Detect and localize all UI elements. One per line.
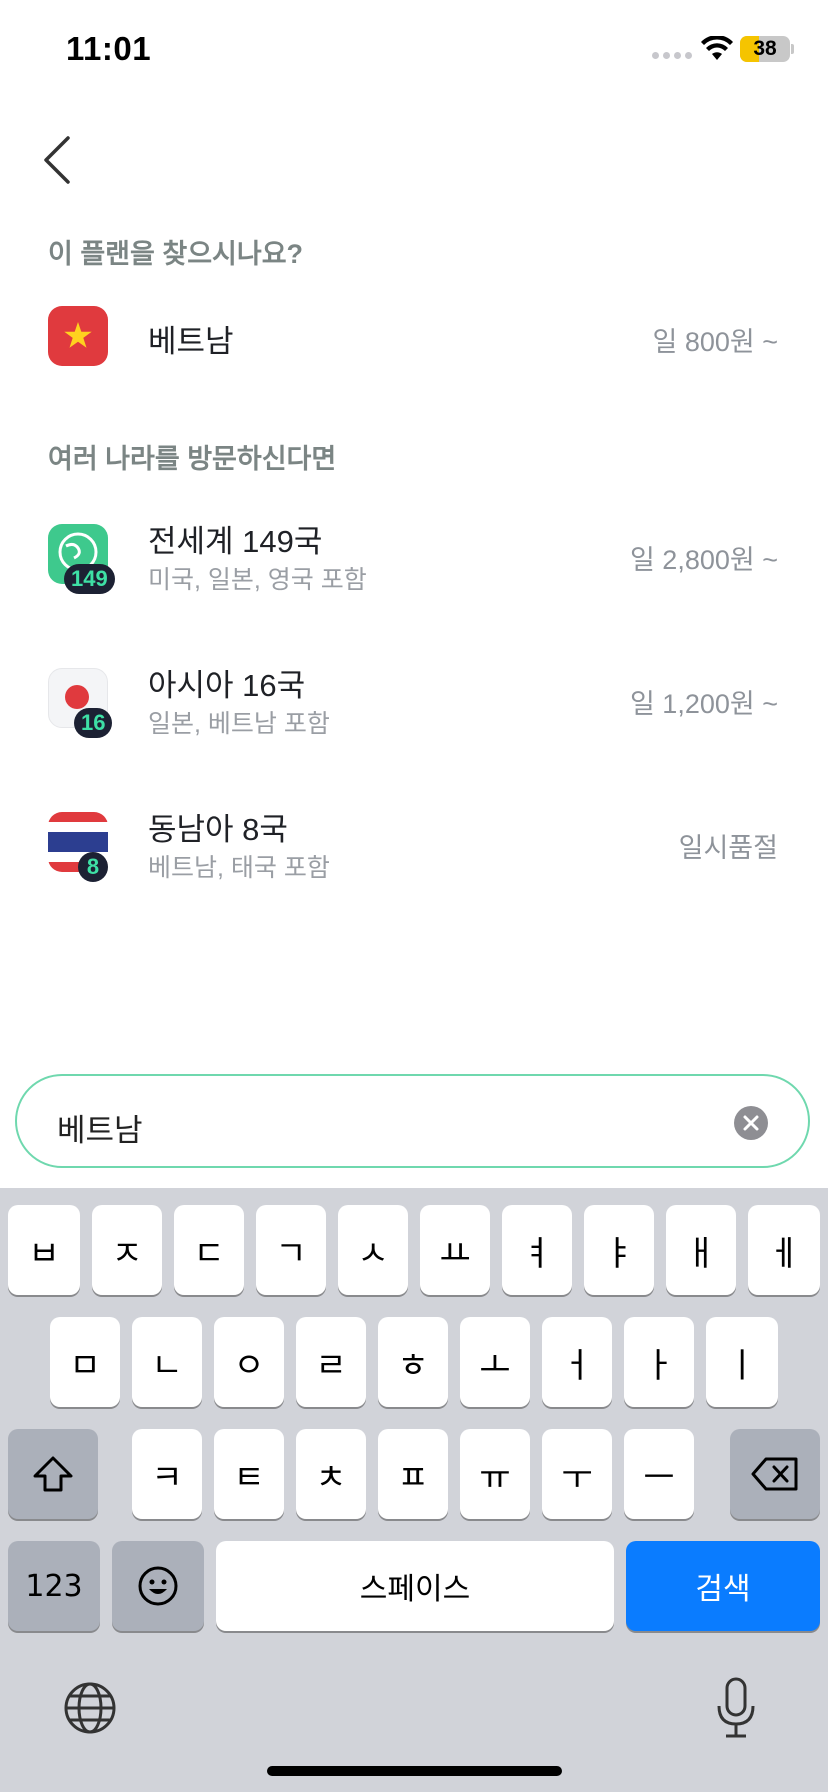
- emoji-key[interactable]: [112, 1541, 204, 1631]
- backspace-icon: [751, 1457, 798, 1491]
- plan-row-vietnam[interactable]: 베트남 일 800원 ~: [0, 290, 828, 380]
- key[interactable]: ㅋ: [132, 1429, 202, 1519]
- key[interactable]: ㅕ: [502, 1205, 572, 1295]
- key[interactable]: ㅐ: [666, 1205, 736, 1295]
- key[interactable]: ㅍ: [378, 1429, 448, 1519]
- back-chevron-icon[interactable]: [38, 130, 78, 190]
- plan-price: 일 2,800원 ~: [629, 545, 778, 575]
- key[interactable]: ㄴ: [132, 1317, 202, 1407]
- key[interactable]: ㅏ: [624, 1317, 694, 1407]
- key[interactable]: ㄷ: [174, 1205, 244, 1295]
- emoji-icon: [138, 1566, 178, 1606]
- home-indicator: [267, 1766, 562, 1776]
- plan-price: 일 1,200원 ~: [629, 689, 778, 719]
- key[interactable]: ㅗ: [460, 1317, 530, 1407]
- keyboard: ㅂ ㅈ ㄷ ㄱ ㅅ ㅛ ㅕ ㅑ ㅐ ㅔ ㅁ ㄴ ㅇ ㄹ ㅎ ㅗ ㅓ ㅏ ㅣ ㅋ …: [0, 1188, 828, 1792]
- vietnam-flag-icon: [48, 306, 108, 366]
- key[interactable]: ㅑ: [584, 1205, 654, 1295]
- key[interactable]: ㄹ: [296, 1317, 366, 1407]
- shift-icon: [33, 1456, 73, 1492]
- plan-subtitle: 미국, 일본, 영국 포함: [148, 566, 367, 594]
- plan-name: 아시아 16국: [148, 668, 306, 703]
- status-bar: 11:01 38: [0, 0, 828, 100]
- plan-subtitle: 일본, 베트남 포함: [148, 710, 330, 738]
- plan-subtitle: 베트남, 태국 포함: [148, 854, 330, 882]
- wifi-icon: [701, 36, 733, 60]
- plan-status: 일시품절: [678, 833, 778, 863]
- battery-level: 38: [753, 37, 777, 60]
- key[interactable]: ㅂ: [8, 1205, 80, 1295]
- suggest-section-title: 이 플랜을 찾으시나요?: [48, 239, 304, 269]
- key[interactable]: ㅇ: [214, 1317, 284, 1407]
- country-count-badge: 16: [74, 708, 113, 738]
- country-count-badge: 149: [64, 564, 115, 594]
- key[interactable]: ㅔ: [748, 1205, 820, 1295]
- key[interactable]: ㅜ: [542, 1429, 612, 1519]
- search-input[interactable]: 베트남: [15, 1074, 810, 1168]
- clear-icon[interactable]: [734, 1106, 768, 1140]
- search-input-value: 베트남: [57, 1113, 143, 1148]
- plan-row-southeast-asia[interactable]: 8 동남아 8국 베트남, 태국 포함 일시품절: [0, 796, 828, 886]
- key[interactable]: ㅁ: [50, 1317, 120, 1407]
- country-count-badge: 8: [78, 852, 108, 882]
- status-time: 11:01: [66, 30, 152, 67]
- key[interactable]: ㄱ: [256, 1205, 326, 1295]
- cellular-signal-icon: [652, 52, 692, 60]
- key[interactable]: ㅣ: [706, 1317, 778, 1407]
- globe-keyboard-icon[interactable]: [62, 1680, 118, 1736]
- microphone-icon[interactable]: [714, 1676, 758, 1740]
- plan-name: 베트남: [148, 324, 234, 359]
- plan-price: 일 800원 ~: [652, 327, 779, 357]
- key[interactable]: ㅓ: [542, 1317, 612, 1407]
- space-key[interactable]: 스페이스: [216, 1541, 614, 1631]
- plan-name: 전세계 149국: [148, 524, 323, 559]
- plan-row-global[interactable]: 149 전세계 149국 미국, 일본, 영국 포함 일 2,800원 ~: [0, 508, 828, 598]
- key[interactable]: ㅠ: [460, 1429, 530, 1519]
- key[interactable]: ㅅ: [338, 1205, 408, 1295]
- key[interactable]: ㅈ: [92, 1205, 162, 1295]
- plan-name: 동남아 8국: [148, 812, 288, 847]
- key[interactable]: ㅡ: [624, 1429, 694, 1519]
- key[interactable]: ㅛ: [420, 1205, 490, 1295]
- battery-icon: 38: [740, 36, 790, 62]
- plan-row-asia[interactable]: 16 아시아 16국 일본, 베트남 포함 일 1,200원 ~: [0, 652, 828, 742]
- shift-key[interactable]: [8, 1429, 98, 1519]
- search-key[interactable]: 검색: [626, 1541, 820, 1631]
- multi-section-title: 여러 나라를 방문하신다면: [48, 444, 337, 474]
- numbers-key[interactable]: 123: [8, 1541, 100, 1631]
- key[interactable]: ㅊ: [296, 1429, 366, 1519]
- key[interactable]: ㅎ: [378, 1317, 448, 1407]
- key[interactable]: ㅌ: [214, 1429, 284, 1519]
- backspace-key[interactable]: [730, 1429, 820, 1519]
